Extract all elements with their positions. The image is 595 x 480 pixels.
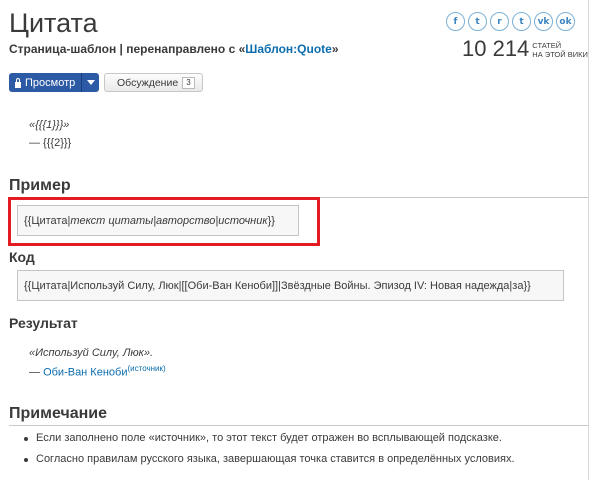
code-box: {{Цитата|Используй Силу, Люк|[[Оби-Ван К… — [17, 270, 564, 301]
reddit-icon[interactable]: r — [490, 12, 509, 31]
talk-count-badge: 3 — [182, 76, 195, 89]
template-quote-param: «{{{1}}}» — [29, 119, 70, 131]
section-heading-result: Результат — [9, 315, 78, 331]
twitter-icon[interactable]: t — [468, 12, 487, 31]
page-subtitle: Страница-шаблон | перенаправлено с «Шабл… — [9, 42, 339, 56]
list-item: Если заполнено поле «источник», то этот … — [22, 432, 515, 453]
social-share-bar: f t r t vk ok — [446, 12, 575, 31]
section-heading-note: Примечание — [9, 405, 589, 426]
stats-label-line1: статей — [532, 41, 562, 50]
section-heading-example: Пример — [9, 177, 589, 198]
view-dropdown-button[interactable] — [82, 73, 100, 92]
highlight-box — [8, 197, 320, 246]
source-tooltip[interactable]: (источник) — [127, 364, 165, 373]
facebook-icon[interactable]: f — [446, 12, 465, 31]
template-author-param: — {{{2}}} — [29, 137, 72, 149]
article-count-label: статей на этой вики — [532, 41, 588, 59]
chevron-down-icon — [86, 80, 95, 85]
article-count: 10 214 — [462, 36, 530, 61]
view-button-group: Просмотр — [9, 73, 100, 92]
subtitle-suffix: » — [331, 42, 339, 56]
wiki-stats: 10 214 статей на этой вики — [462, 36, 588, 62]
list-item: Согласно правилам русского языка, заверш… — [22, 453, 515, 474]
result-attribution: — Оби-Ван Кеноби(источник) — [29, 364, 166, 379]
subtitle-prefix: Страница-шаблон | перенаправлено с « — [9, 42, 246, 56]
view-button-label: Просмотр — [25, 76, 76, 89]
author-link[interactable]: Оби-Ван Кеноби — [43, 367, 127, 379]
section-heading-code: Код — [9, 249, 35, 265]
lock-icon — [14, 77, 22, 88]
talk-button[interactable]: Обсуждение 3 — [104, 73, 203, 92]
view-button[interactable]: Просмотр — [9, 73, 83, 92]
result-dash: — — [29, 366, 44, 379]
result-quote: «Используй Силу, Люк». — [29, 347, 154, 359]
odnoklassniki-icon[interactable]: ok — [556, 12, 575, 31]
notes-list: Если заполнено поле «источник», то этот … — [22, 432, 515, 474]
talk-button-label: Обсуждение — [117, 76, 179, 89]
stats-label-line2: на этой вики — [532, 50, 588, 59]
vk-icon[interactable]: vk — [534, 12, 553, 31]
redirect-link[interactable]: Шаблон:Quote — [245, 42, 332, 56]
tumblr-icon[interactable]: t — [512, 12, 531, 31]
page-title: Цитата — [9, 8, 98, 38]
